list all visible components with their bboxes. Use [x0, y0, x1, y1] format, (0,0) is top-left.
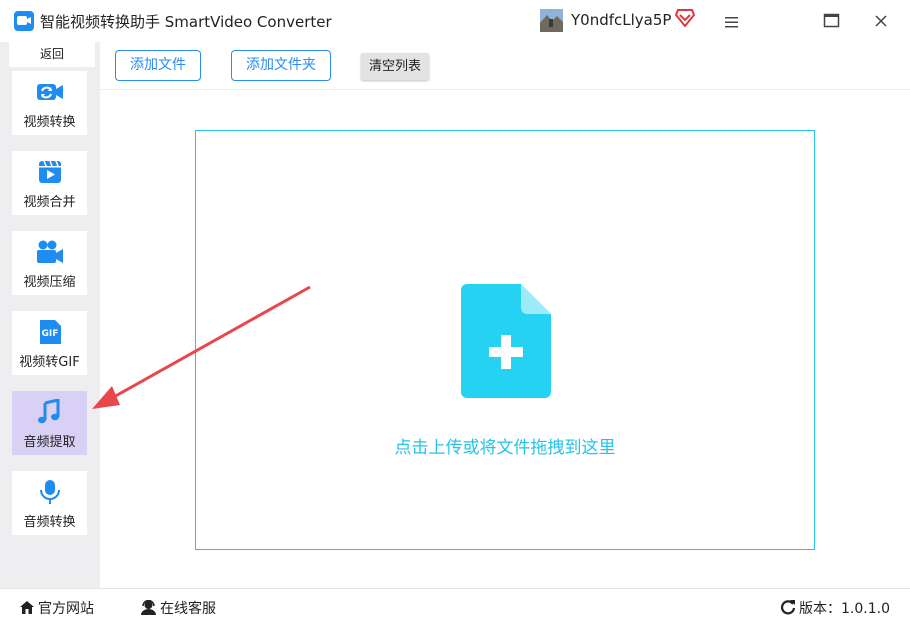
file-add-icon[interactable]: [461, 284, 551, 398]
svg-text:GIF: GIF: [42, 329, 59, 339]
add-folder-button[interactable]: 添加文件夹: [231, 50, 331, 81]
microphone-icon: [36, 479, 64, 505]
title-bar: 智能视频转换助手 SmartVideo Converter Y0ndfcLlya…: [0, 0, 910, 42]
app-title: 智能视频转换助手 SmartVideo Converter: [40, 13, 332, 31]
sidebar-item-video-compress[interactable]: 视频压缩: [12, 231, 87, 295]
drop-zone-text: 点击上传或将文件拖拽到这里: [394, 438, 616, 458]
close-icon[interactable]: [873, 13, 889, 29]
version-label: 版本：1.0.1.0: [799, 601, 890, 617]
music-note-icon: [36, 398, 64, 425]
online-support-link[interactable]: 在线客服: [140, 598, 216, 619]
footer: 官方网站 在线客服 版本：1.0.1.0: [0, 588, 910, 622]
online-support-label: 在线客服: [160, 601, 216, 617]
video-convert-icon: [36, 79, 64, 105]
back-button[interactable]: 返回: [9, 42, 95, 67]
official-website-label: 官方网站: [38, 601, 94, 617]
sidebar-item-video-merge[interactable]: 视频合并: [12, 151, 87, 215]
sidebar-item-audio-extract[interactable]: 音频提取: [12, 391, 87, 455]
menu-icon[interactable]: [723, 14, 741, 28]
add-file-button[interactable]: 添加文件: [115, 50, 201, 81]
sidebar-item-label: 音频转换: [23, 515, 76, 530]
avatar[interactable]: [540, 9, 563, 32]
gif-icon: GIF: [36, 319, 64, 345]
refresh-icon[interactable]: [780, 599, 796, 619]
version-info: 版本：1.0.1.0: [780, 598, 890, 619]
sidebar-item-video-convert[interactable]: 视频转换: [12, 71, 87, 135]
app-window: 智能视频转换助手 SmartVideo Converter Y0ndfcLlya…: [0, 0, 910, 622]
sidebar-item-label: 视频转GIF: [19, 355, 80, 370]
sidebar-item-label: 视频合并: [23, 195, 76, 210]
official-website-link[interactable]: 官方网站: [19, 598, 94, 619]
vip-diamond-icon[interactable]: [674, 9, 696, 28]
home-icon: [19, 600, 35, 619]
video-merge-icon: [36, 159, 64, 185]
customer-service-icon: [140, 599, 157, 619]
sidebar-item-video-to-gif[interactable]: GIF 视频转GIF: [12, 311, 87, 375]
toolbar: 添加文件 添加文件夹 清空列表: [100, 42, 910, 90]
maximize-icon[interactable]: [823, 13, 841, 29]
sidebar: 返回 视频转换 视频合并 视频压缩 GIF 视频转GIF 音频提取 音频转换: [0, 42, 100, 588]
video-compress-icon: [36, 239, 64, 265]
username[interactable]: Y0ndfcLlya5P: [571, 11, 671, 29]
clear-list-button[interactable]: 清空列表: [361, 53, 429, 80]
file-drop-zone[interactable]: 点击上传或将文件拖拽到这里: [195, 130, 815, 550]
sidebar-item-label: 音频提取: [23, 435, 76, 450]
sidebar-item-audio-convert[interactable]: 音频转换: [12, 471, 87, 535]
sidebar-item-label: 视频转换: [23, 115, 76, 130]
sidebar-item-label: 视频压缩: [23, 275, 76, 290]
app-logo-icon: [14, 11, 34, 31]
